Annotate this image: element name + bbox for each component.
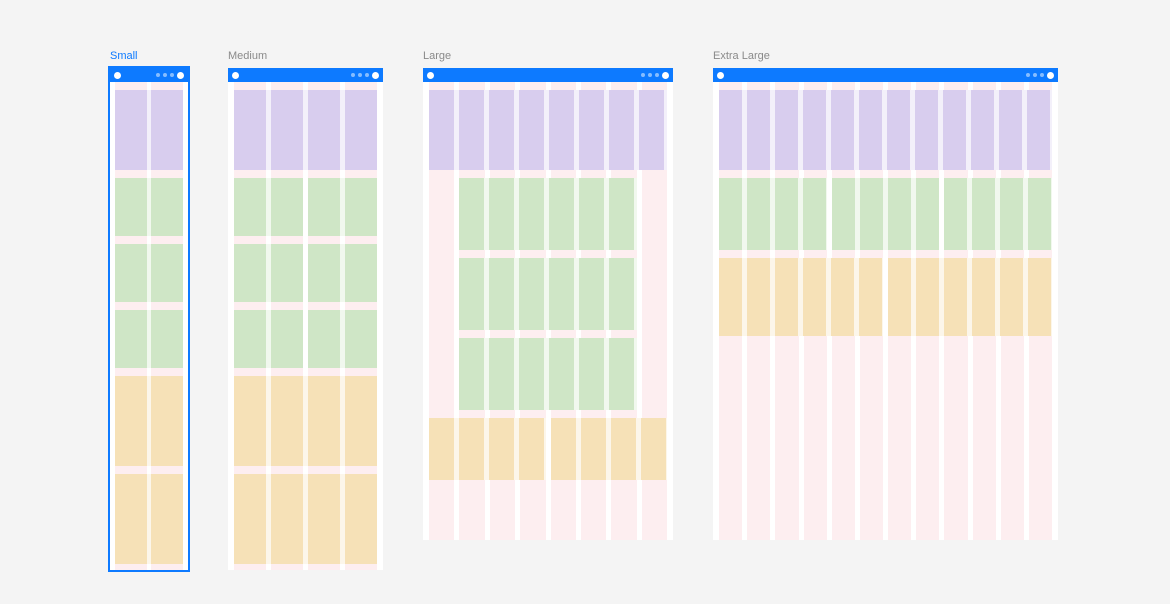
card-block [234, 244, 303, 302]
card-block [308, 244, 377, 302]
window-dot-icon [358, 73, 362, 77]
titlebar [713, 68, 1058, 82]
tile-block [719, 258, 883, 336]
layout-canvas [713, 82, 1058, 540]
window-dot-icon [427, 72, 434, 79]
breakpoint-medium[interactable]: Medium [228, 50, 383, 570]
window-dot-icon [717, 72, 724, 79]
tile-block [888, 258, 1052, 336]
breakpoint-extra-large[interactable]: Extra Large [713, 50, 1058, 540]
titlebar [110, 68, 188, 82]
layout-canvas [228, 82, 383, 570]
window-dot-icon [351, 73, 355, 77]
window-dot-icon [365, 73, 369, 77]
card-block [719, 178, 827, 250]
breakpoint-large[interactable]: Large [423, 50, 673, 540]
window-dot-icon [648, 73, 652, 77]
device-frame-medium [228, 68, 383, 570]
breakpoint-label: Large [423, 50, 673, 62]
breakpoint-label: Extra Large [713, 50, 1058, 62]
hero-block [115, 90, 183, 170]
window-dot-icon [156, 73, 160, 77]
breakpoint-label: Medium [228, 50, 383, 62]
window-dot-icon [177, 72, 184, 79]
titlebar [228, 68, 383, 82]
window-dot-icon [641, 73, 645, 77]
hero-block [429, 90, 667, 170]
card-block [115, 244, 183, 302]
card-block [115, 178, 183, 236]
window-dot-icon [232, 72, 239, 79]
window-dot-icon [170, 73, 174, 77]
tile-block [234, 376, 377, 466]
card-block [308, 178, 377, 236]
window-dot-icon [1040, 73, 1044, 77]
card-block [308, 310, 377, 368]
window-dot-icon [1033, 73, 1037, 77]
breakpoint-small[interactable]: Small [110, 50, 188, 570]
breakpoint-stage: Small [0, 50, 1170, 570]
tile-block [115, 474, 183, 564]
tile-block [234, 474, 377, 564]
window-dot-icon [1026, 73, 1030, 77]
card-block [234, 178, 303, 236]
window-dot-icon [1047, 72, 1054, 79]
device-frame-large [423, 68, 673, 540]
hero-block [234, 90, 377, 170]
window-dot-icon [662, 72, 669, 79]
card-block [234, 310, 303, 368]
breakpoint-label: Small [110, 50, 188, 62]
layout-canvas [423, 82, 673, 540]
tile-block [551, 418, 668, 480]
card-block [459, 178, 636, 250]
tile-block [115, 376, 183, 466]
device-frame-small [110, 68, 188, 570]
hero-block [719, 90, 1052, 170]
window-dot-icon [655, 73, 659, 77]
window-dot-icon [372, 72, 379, 79]
card-block [115, 310, 183, 368]
card-block [832, 178, 940, 250]
layout-canvas [110, 82, 188, 570]
card-block [459, 338, 636, 410]
card-block [459, 258, 636, 330]
window-dot-icon [163, 73, 167, 77]
titlebar [423, 68, 673, 82]
card-block [944, 178, 1052, 250]
tile-block [429, 418, 546, 480]
window-dot-icon [114, 72, 121, 79]
device-frame-extra-large [713, 68, 1058, 540]
